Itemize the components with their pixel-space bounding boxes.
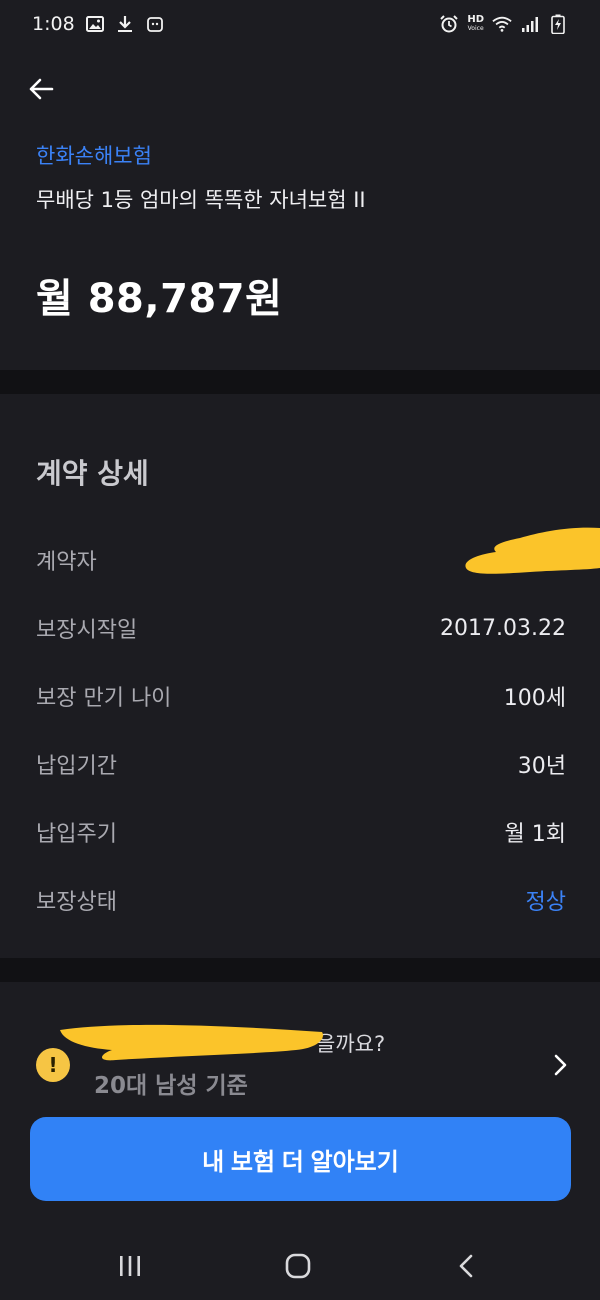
redaction-mark [465, 527, 600, 574]
status-left: 1:08 [32, 13, 165, 35]
detail-label: 계약자 [36, 550, 97, 575]
app-notification-icon [145, 14, 165, 34]
detail-value: 100세 [503, 686, 566, 711]
coverage-status-value: 정상 [525, 890, 566, 915]
hd-voice-indicator: HD Voice [467, 15, 484, 33]
detail-label: 납입기간 [36, 754, 117, 779]
home-button[interactable] [280, 1248, 316, 1284]
chevron-left-icon [459, 1254, 473, 1278]
recent-apps-button[interactable] [112, 1248, 148, 1284]
download-icon [115, 14, 135, 34]
arrow-left-icon [29, 78, 54, 100]
comparison-basis: 20대 남성 기준 [94, 1073, 248, 1099]
back-button[interactable] [22, 70, 60, 108]
redaction-mark [60, 1024, 323, 1061]
detail-row-maturity-age: 보장 만기 나이 100세 [36, 676, 566, 716]
premium-comparison-row[interactable]: ! 을까요? 20대 남성 기준 [0, 1012, 600, 1122]
detail-row-payment-period: 납입기간 30년 [36, 744, 566, 784]
status-time: 1:08 [32, 13, 75, 35]
monthly-premium: 월 88,787원 [36, 276, 283, 322]
home-icon [285, 1253, 311, 1279]
back-nav-button[interactable] [448, 1248, 484, 1284]
contract-details-section: 계약 상세 계약자 보장시작일 2017.03.22 보장 만기 나이 100세… [0, 394, 600, 958]
detail-label: 납입주기 [36, 822, 117, 847]
section-title: 계약 상세 [36, 457, 149, 490]
detail-value: 30년 [517, 754, 566, 779]
detail-label: 보장 만기 나이 [36, 686, 172, 711]
question-suffix: 을까요? [316, 1032, 386, 1056]
learn-more-button[interactable]: 내 보험 더 알아보기 [30, 1117, 571, 1201]
chevron-right-icon [554, 1054, 567, 1076]
status-bar: 1:08 HD Voice [0, 0, 600, 48]
gallery-icon [85, 14, 105, 34]
detail-row-coverage-status: 보장상태 정상 [36, 880, 566, 920]
recent-apps-icon [120, 1256, 140, 1276]
navigation-bar [0, 1232, 600, 1300]
battery-charging-icon [548, 14, 568, 34]
voice-label: Voice [467, 25, 484, 32]
detail-value: 2017.03.22 [440, 615, 566, 641]
signal-icon [520, 14, 540, 34]
detail-label: 보장시작일 [36, 618, 138, 643]
detail-value: 월 1회 [504, 822, 566, 847]
detail-row-coverage-start: 보장시작일 2017.03.22 [36, 608, 566, 648]
insurer-name: 한화손해보험 [36, 144, 152, 168]
header-section: 한화손해보험 무배당 1등 엄마의 똑똑한 자녀보험 II 월 88,787원 [0, 48, 600, 370]
detail-label: 보장상태 [36, 890, 117, 915]
screen: 1:08 HD Voice 한화손해보험 무배당 1등 엄마의 똑똑한 자녀보험… [0, 0, 600, 1300]
wifi-icon [492, 14, 512, 34]
product-name: 무배당 1등 엄마의 똑똑한 자녀보험 II [36, 188, 366, 212]
detail-row-payment-cycle: 납입주기 월 1회 [36, 812, 566, 852]
alarm-icon [439, 14, 459, 34]
status-right: HD Voice [439, 14, 568, 34]
